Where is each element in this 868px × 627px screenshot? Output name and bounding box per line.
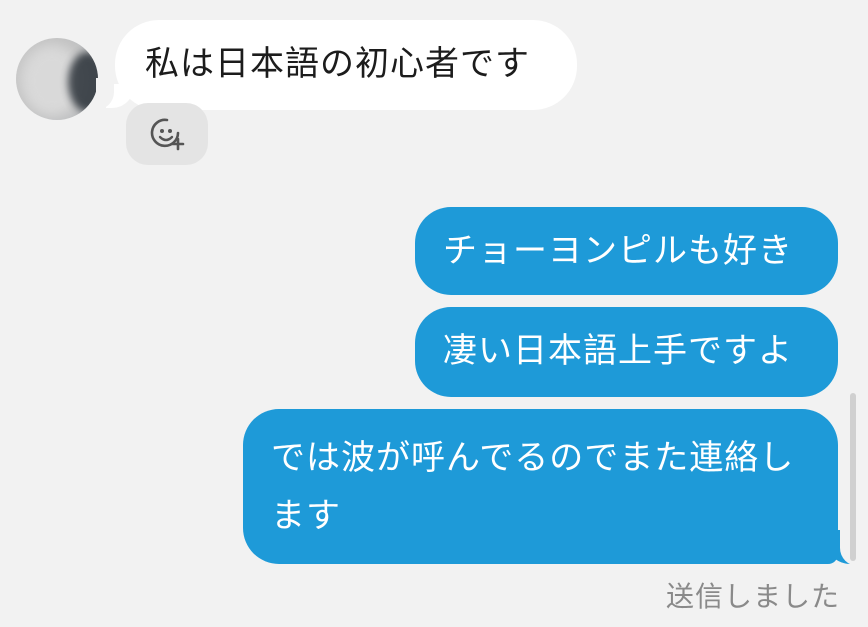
outgoing-message-bubble[interactable]: チョーヨンピルも好き	[415, 207, 838, 295]
incoming-message-bubble[interactable]: 私は日本語の初心者です	[115, 20, 577, 110]
scrollbar[interactable]	[850, 393, 856, 561]
add-reaction-button[interactable]	[126, 103, 208, 165]
chat-thread: 私は日本語の初心者です チョーヨンピルも好き 凄い日本語上手ですよ では波が呼ん…	[0, 0, 868, 627]
add-reaction-icon	[150, 118, 185, 151]
outgoing-message-bubble[interactable]: 凄い日本語上手ですよ	[415, 307, 838, 397]
outgoing-message-bubble[interactable]: では波が呼んでるのでまた連絡します	[243, 409, 838, 564]
sent-status: 送信しました	[665, 580, 840, 613]
avatar[interactable]	[16, 38, 98, 120]
